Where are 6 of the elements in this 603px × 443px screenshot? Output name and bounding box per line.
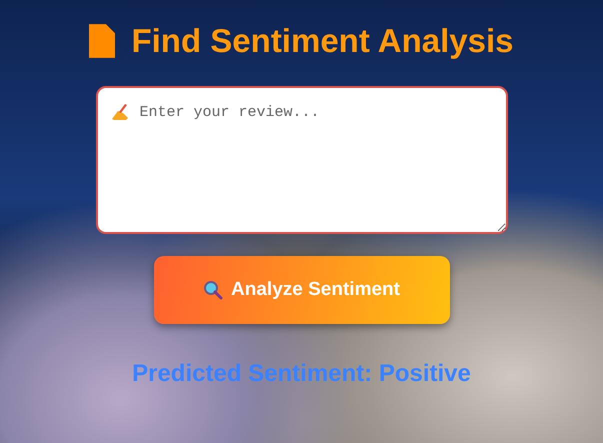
result-text: Predicted Sentiment: Positive <box>132 360 471 388</box>
analyze-button[interactable]: Analyze Sentiment <box>154 256 450 324</box>
review-field[interactable]: Enter your review... <box>96 86 508 234</box>
page-title: Find Sentiment Analysis <box>131 22 514 60</box>
document-icon <box>89 24 116 58</box>
search-icon <box>203 280 224 300</box>
